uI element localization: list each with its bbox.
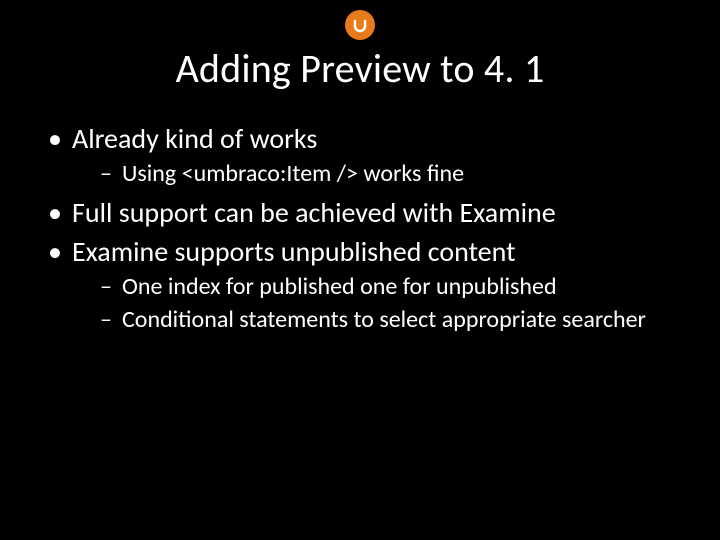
slide-title: Adding Preview to 4. 1 [30,44,690,93]
umbraco-logo-icon [345,10,375,40]
bullet-text: One index for published one for unpublis… [122,272,557,301]
list-item: One index for published one for unpublis… [100,271,690,302]
bullet-text: Using <umbraco:Item /> works fine [122,159,464,188]
logo-wrap [30,0,690,40]
slide: Adding Preview to 4. 1 Already kind of w… [0,0,720,540]
bullet-text: Already kind of works [72,121,317,156]
list-item: Full support can be achieved with Examin… [48,195,690,230]
bullet-list: Already kind of works Using <umbraco:Ite… [30,121,690,336]
sub-bullet-list: One index for published one for unpublis… [72,271,690,335]
list-item: Examine supports unpublished content One… [48,234,690,335]
bullet-text: Conditional statements to select appropr… [122,305,646,334]
list-item: Conditional statements to select appropr… [100,304,690,335]
list-item: Using <umbraco:Item /> works fine [100,158,690,189]
sub-bullet-list: Using <umbraco:Item /> works fine [72,158,690,189]
list-item: Already kind of works Using <umbraco:Ite… [48,121,690,189]
bullet-text: Full support can be achieved with Examin… [72,195,556,230]
bullet-text: Examine supports unpublished content [72,234,515,269]
